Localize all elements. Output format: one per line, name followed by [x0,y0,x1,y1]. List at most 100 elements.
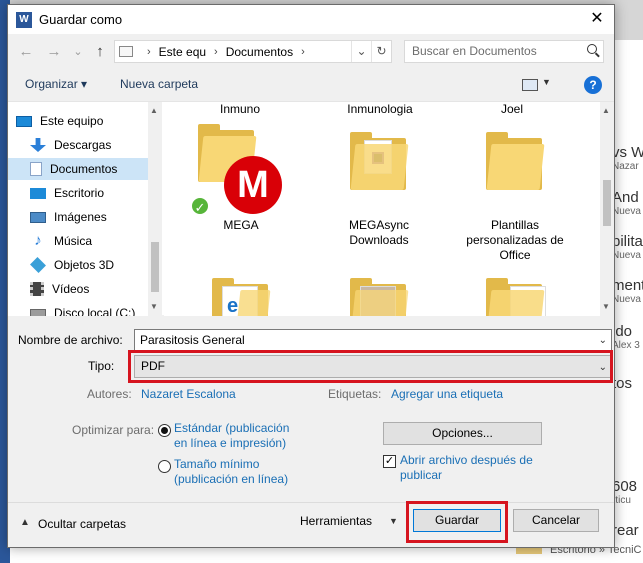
filename-input[interactable]: Parasitosis General ⌄ [134,329,612,351]
folder-icon[interactable] [350,278,409,316]
sidebar-item-downloads[interactable]: Descargas [30,134,148,156]
address-dropdown-icon[interactable]: ⌄ [351,41,371,62]
open-after-label[interactable]: Abrir archivo después de publicar [400,453,550,483]
file-name-partial[interactable]: Inmuno [190,102,290,116]
background-item[interactable]: 608 rticu [612,478,643,506]
breadcrumb-documents[interactable]: Documentos [226,45,293,59]
file-item-megasync-downloads[interactable]: MEGAsync Downloads [324,120,434,250]
scroll-down-icon[interactable]: ▼ [602,302,610,311]
breadcrumb-separator: › [147,45,151,58]
music-icon: ♪ [34,232,42,249]
background-item[interactable]: vs W Nazar [612,144,643,172]
computer-icon [16,115,32,127]
scroll-up-icon[interactable]: ▲ [602,106,610,115]
file-name-partial[interactable]: Joel [462,102,562,116]
file-item-office-templates[interactable]: Plantillas personalizadas de Office [460,120,570,270]
sidebar-item-desktop[interactable]: Escritorio [30,182,148,204]
folder-icon[interactable] [486,278,546,316]
background-item[interactable]: ment Nueva [612,277,643,305]
radio-standard-label[interactable]: Estándar (publicación en línea e impresi… [174,421,304,451]
toolbar: Organizar ▾ Nueva carpeta ▼ ? [8,71,614,99]
scroll-down-icon[interactable]: ▼ [150,302,158,311]
help-icon[interactable]: ? [584,76,602,94]
scrollbar-thumb[interactable] [151,242,159,292]
organize-menu[interactable]: Organizar ▾ [25,77,87,91]
videos-icon [30,282,44,296]
sidebar-item-label: Disco local (C:) [54,306,136,316]
file-name-partial[interactable]: Inmunologia [330,102,430,116]
tags-label: Etiquetas: [328,387,382,401]
breadcrumb-separator: › [301,45,305,58]
file-item-mega[interactable]: M ✓ MEGA [186,120,296,240]
file-list: Inmuno Inmunologia Joel M ✓ MEGA MEGAsyn… [164,102,600,316]
authors-value[interactable]: Nazaret Escalona [141,387,236,401]
type-label: Tipo: [88,359,115,373]
cancel-button[interactable]: Cancelar [513,509,599,532]
new-folder-button[interactable]: Nueva carpeta [120,77,198,91]
sidebar-item-images[interactable]: Imágenes [30,206,148,228]
refresh-icon[interactable]: ↻ [371,41,391,62]
up-arrow-icon[interactable]: ↑ [90,42,110,62]
forward-arrow-icon[interactable]: → [44,42,64,62]
sidebar-item-documents[interactable]: Documentos [8,158,148,180]
sidebar-item-3d-objects[interactable]: Objetos 3D [30,254,148,276]
desktop-icon [30,187,46,199]
scrollbar-thumb[interactable] [603,180,611,226]
options-button[interactable]: Opciones... [383,422,542,445]
sidebar-item-label: Descargas [54,138,112,152]
navigation-bar: ← → ⌄ ↑ › Este equ › Documentos › ⌄ ↻ Bu… [8,39,614,65]
images-icon [30,211,46,223]
tools-menu[interactable]: Herramientas [300,514,372,528]
open-after-checkbox[interactable]: ✓ [383,455,396,468]
back-arrow-icon[interactable]: ← [16,42,36,62]
sidebar-item-this-pc[interactable]: Este equipo [16,110,134,132]
file-name: Plantillas personalizadas de Office [466,218,564,262]
radio-standard[interactable] [158,424,171,437]
background-item[interactable]: bilita Nueva [612,233,643,261]
chevron-up-icon[interactable]: ▲ [20,517,30,528]
sidebar-item-music[interactable]: ♪ Música [30,230,148,252]
folder-icon [486,132,545,190]
window-title: Guardar como [39,12,123,27]
view-options-icon[interactable] [522,79,538,91]
navigation-pane-scrollbar[interactable]: ▲ ▼ [148,102,162,316]
search-icon[interactable] [587,44,597,54]
chevron-down-icon[interactable]: ⌄ [599,331,607,351]
background-item[interactable]: ido Alex 3 [612,323,643,351]
chevron-down-icon[interactable]: ▼ [389,516,398,526]
sync-check-icon: ✓ [190,196,210,216]
add-tag-link[interactable]: Agregar una etiqueta [391,387,503,401]
chevron-down-icon[interactable]: ▼ [542,77,551,87]
file-name: MEGAsync Downloads [348,218,409,247]
filename-label: Nombre de archivo: [18,333,123,347]
search-input[interactable]: Buscar en Documentos [404,40,604,63]
scroll-up-icon[interactable]: ▲ [150,106,158,115]
radio-minimum-size-label[interactable]: Tamaño mínimo (publicación en línea) [174,457,304,487]
sidebar-item-local-disk[interactable]: Disco local (C:) [30,302,148,316]
drive-icon [30,308,46,316]
radio-minimum-size[interactable] [158,460,171,473]
background-item[interactable]: And Nueva [612,189,643,217]
background-item[interactable]: tos [612,375,643,392]
word-app-icon: W [16,11,32,28]
objects3d-icon [30,257,46,273]
folder-icon[interactable]: e [212,278,271,316]
sidebar-item-label: Música [54,234,93,248]
save-highlight-box [406,501,508,543]
type-highlight-box [128,350,613,383]
sidebar-item-label: Imágenes [54,210,107,224]
close-icon[interactable]: ✕ [586,9,608,29]
hide-folders-button[interactable]: Ocultar carpetas [38,517,126,531]
sidebar-item-label: Este equipo [40,114,104,128]
sidebar-item-videos[interactable]: Vídeos [30,278,148,300]
background-item[interactable]: rear [612,522,643,539]
authors-label: Autores: [87,387,132,401]
sidebar-item-label: Objetos 3D [54,258,115,272]
file-name: MEGA [223,218,259,232]
recent-locations-chevron-icon[interactable]: ⌄ [68,42,88,62]
breadcrumb-this-pc[interactable]: Este equ [159,45,206,59]
documents-location-icon [119,46,133,57]
search-placeholder: Buscar en Documentos [412,44,537,58]
address-bar[interactable]: › Este equ › Documentos › ⌄ ↻ [114,40,392,63]
file-list-scrollbar[interactable]: ▲ ▼ [600,102,614,316]
